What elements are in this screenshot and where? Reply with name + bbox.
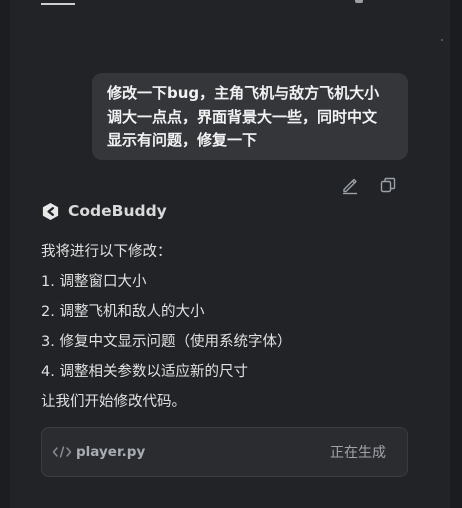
reply-line: 1. 调整窗口大小 (41, 274, 147, 290)
copy-icon (380, 177, 396, 193)
reply-line: 4. 调整相关参数以适应新的尺寸 (41, 364, 248, 380)
reply-line: 让我们开始修改代码。 (41, 394, 186, 410)
assistant-reply: 我将进行以下修改： 1. 调整窗口大小 2. 调整飞机和敌人的大小 3. 修复中… (41, 239, 421, 419)
user-message-line: 调大一点点，界面背景大一些，同时中文 (107, 107, 378, 126)
file-name: player.py (76, 444, 146, 460)
scroll-indicator (441, 39, 443, 41)
reply-line: 我将进行以下修改： (41, 244, 172, 260)
reply-line: 2. 调整飞机和敌人的大小 (41, 304, 205, 320)
edit-message-button[interactable] (340, 175, 360, 195)
user-message-line: 显示有问题，修复一下 (107, 131, 258, 149)
codebuddy-logo-icon (41, 202, 60, 221)
reply-line: 3. 修复中文显示问题（使用系统字体） (41, 334, 292, 350)
assistant-header: CodeBuddy (41, 199, 167, 223)
user-message-line: 修改一下bug，主角飞机与敌方飞机大小 (107, 84, 380, 102)
user-message-bubble: 修改一下bug，主角飞机与敌方飞机大小 调大一点点，界面背景大一些，同时中文 显… (92, 73, 408, 160)
assistant-name: CodeBuddy (68, 202, 167, 220)
code-icon (52, 445, 72, 459)
generating-file-card[interactable]: player.py 正在生成 (41, 427, 408, 477)
generation-status: 正在生成 (330, 445, 386, 461)
pencil-icon (343, 178, 357, 195)
copy-message-button[interactable] (378, 175, 398, 195)
toolbar-icon[interactable] (355, 0, 363, 3)
active-tab-indicator (41, 3, 75, 5)
scrollbar-track[interactable] (450, 0, 462, 508)
